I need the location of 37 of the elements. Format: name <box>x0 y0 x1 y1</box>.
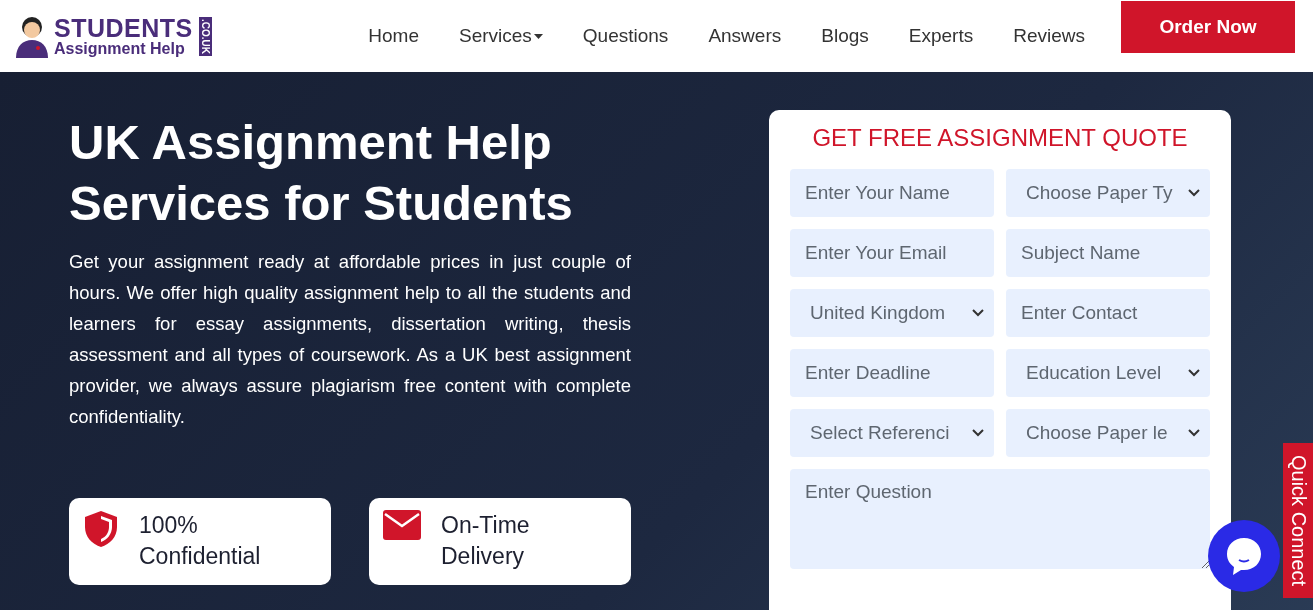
chevron-down-icon <box>1188 369 1200 377</box>
chevron-down-icon <box>1188 429 1200 437</box>
select-field[interactable]: Select Referenci <box>790 409 994 457</box>
chevron-down-icon <box>1188 189 1200 197</box>
nav-link[interactable]: Reviews <box>993 25 1105 47</box>
nav-link[interactable]: Blogs <box>801 25 889 47</box>
input-field[interactable]: Subject Name <box>1006 229 1210 277</box>
mail-icon <box>383 510 421 540</box>
nav-link[interactable]: Experts <box>888 25 994 47</box>
input-field[interactable]: Enter Contact <box>1006 289 1210 337</box>
chevron-down-icon <box>972 309 984 317</box>
input-field[interactable]: Enter Your Email <box>790 229 994 277</box>
feature-label: 100% Confidential <box>139 511 261 571</box>
quick-connect-tab[interactable]: Quick Connect <box>1283 443 1313 598</box>
question-field[interactable]: Enter Question <box>790 469 1210 569</box>
shield-icon <box>83 510 119 548</box>
hero-title: UK Assignment Help Services for Students <box>69 114 574 232</box>
nav-link[interactable]: Questions <box>562 25 689 47</box>
nav-link[interactable]: Answers <box>688 25 802 47</box>
nav-link[interactable]: Home <box>348 25 439 47</box>
input-field[interactable]: Enter Deadline <box>790 349 994 397</box>
select-field[interactable]: Choose Paper le <box>1006 409 1210 457</box>
chat-bubble-icon <box>1225 536 1263 576</box>
select-field[interactable]: United Kingdom <box>790 289 994 337</box>
logo-tagline: Assignment Help <box>54 40 186 57</box>
student-avatar-icon <box>14 14 50 58</box>
nav-link[interactable]: Services <box>438 25 563 47</box>
hero-description: Get your assignment ready at affordable prices in just couple of hours. We offer high quality assignment help to all the students and learners for essay assignments, dissertation writing, thesis assessment and all types of coursework. As a UK best assignment provider, we always assure plagiarism free content with complete confidentiality. <box>69 250 631 429</box>
input-field[interactable]: Enter Your Name <box>790 169 994 217</box>
form-title: GET FREE ASSIGNMENT QUOTE <box>811 124 1189 152</box>
logo-wordmark: STUDENTS <box>54 15 193 41</box>
select-field[interactable]: Education Level <box>1006 349 1210 397</box>
chevron-down-icon <box>972 429 984 437</box>
logo-domain: .CO.UK <box>198 16 212 56</box>
feature-label: On-Time Delivery <box>441 511 530 571</box>
order-now-button[interactable]: Order Now <box>1121 1 1295 53</box>
select-field[interactable]: Choose Paper Ty <box>1006 169 1210 217</box>
